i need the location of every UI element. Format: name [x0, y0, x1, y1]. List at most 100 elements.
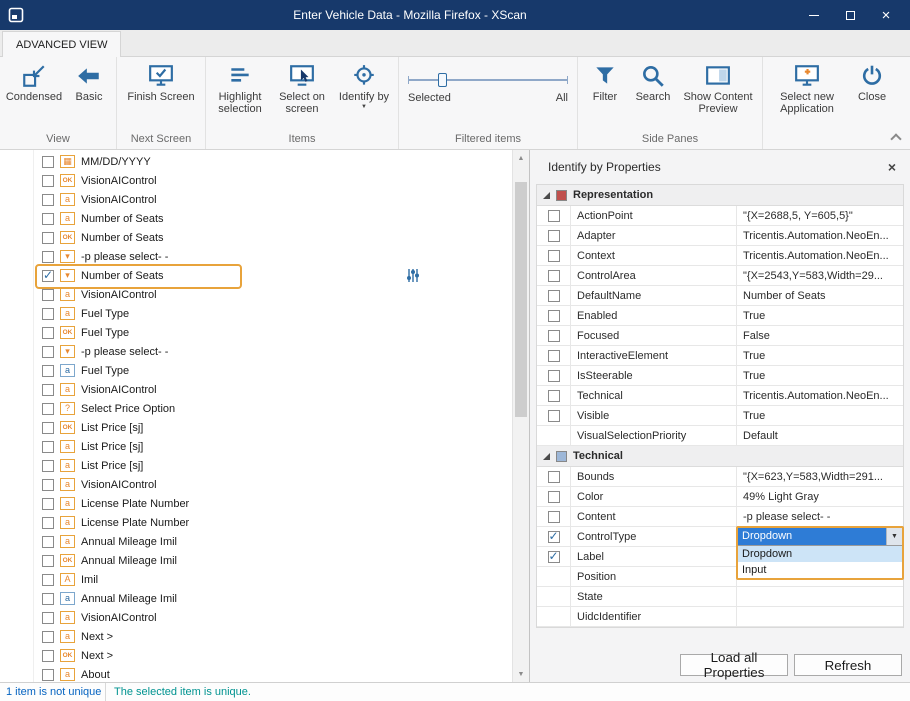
property-checkbox[interactable]: [548, 270, 560, 282]
tree-item-checkbox[interactable]: [42, 251, 54, 263]
property-value[interactable]: -p please select- -: [737, 507, 903, 526]
combobox-option[interactable]: Input: [738, 562, 902, 578]
property-checkbox[interactable]: [548, 410, 560, 422]
property-checkbox[interactable]: [548, 471, 560, 483]
property-value[interactable]: "{X=623,Y=583,Width=291...: [737, 467, 903, 486]
property-checkbox-cell[interactable]: [537, 406, 571, 425]
property-checkbox[interactable]: [548, 551, 560, 563]
property-checkbox-cell[interactable]: [537, 286, 571, 305]
tree-scrollbar[interactable]: ▲ ▼: [512, 150, 529, 682]
tree-item[interactable]: ▾-p please select- -: [0, 247, 512, 266]
property-value[interactable]: "{X=2688,5, Y=605,5}": [737, 206, 903, 225]
tree-item[interactable]: AImil: [0, 570, 512, 589]
property-checkbox[interactable]: [548, 250, 560, 262]
controltype-combobox[interactable]: Dropdown▼DropdownInput: [736, 526, 904, 580]
property-checkbox[interactable]: [548, 310, 560, 322]
tree-item[interactable]: aAnnual Mileage Imil: [0, 532, 512, 551]
combobox-option[interactable]: Dropdown: [738, 546, 902, 562]
combobox-selected-value[interactable]: Dropdown: [738, 528, 886, 545]
property-checkbox[interactable]: [548, 370, 560, 382]
identify-sliders-icon[interactable]: [406, 268, 420, 283]
tree-item[interactable]: aAnnual Mileage Imil: [0, 589, 512, 608]
show-content-preview-button[interactable]: Show Content Preview: [677, 58, 759, 115]
tree-item-checkbox[interactable]: [42, 403, 54, 415]
property-checkbox-cell[interactable]: [537, 246, 571, 265]
tree-item[interactable]: ▾Number of Seats: [0, 266, 512, 285]
property-checkbox-cell[interactable]: [537, 326, 571, 345]
basic-button[interactable]: Basic: [65, 58, 113, 103]
property-value[interactable]: Tricentis.Automation.NeoEn...: [737, 386, 903, 405]
scroll-up-icon[interactable]: ▲: [513, 150, 529, 166]
tree-item-checkbox[interactable]: [42, 479, 54, 491]
tab-advanced-view[interactable]: ADVANCED VIEW: [2, 31, 121, 57]
slider-thumb[interactable]: [438, 73, 447, 87]
property-checkbox[interactable]: [548, 390, 560, 402]
property-value[interactable]: Default: [737, 426, 903, 445]
property-checkbox-cell[interactable]: [537, 306, 571, 325]
tree-item[interactable]: aLicense Plate Number: [0, 494, 512, 513]
property-value[interactable]: True: [737, 366, 903, 385]
tree-item-checkbox[interactable]: [42, 289, 54, 301]
tree-item[interactable]: aVisionAIControl: [0, 190, 512, 209]
tree-item-checkbox[interactable]: [42, 156, 54, 168]
property-checkbox-cell[interactable]: [537, 507, 571, 526]
tree-item[interactable]: aVisionAIControl: [0, 475, 512, 494]
tree-item-checkbox[interactable]: [42, 327, 54, 339]
property-checkbox-cell[interactable]: [537, 226, 571, 245]
tree-item-checkbox[interactable]: [42, 650, 54, 662]
property-checkbox[interactable]: [548, 511, 560, 523]
close-button[interactable]: Close: [848, 58, 896, 103]
tree-item[interactable]: aVisionAIControl: [0, 380, 512, 399]
load-all-properties-button[interactable]: Load all Properties: [680, 654, 788, 676]
tree-item-checkbox[interactable]: [42, 308, 54, 320]
property-value[interactable]: [737, 607, 903, 626]
select-new-application-button[interactable]: Select new Application: [766, 58, 848, 115]
tree-item-checkbox[interactable]: [42, 270, 54, 282]
tree-item-checkbox[interactable]: [42, 213, 54, 225]
minimize-button[interactable]: [796, 0, 832, 30]
tree-item[interactable]: aVisionAIControl: [0, 285, 512, 304]
tree-item[interactable]: aNumber of Seats: [0, 209, 512, 228]
property-group-header[interactable]: Technical: [537, 446, 903, 467]
property-checkbox[interactable]: [548, 491, 560, 503]
tree-item-checkbox[interactable]: [42, 232, 54, 244]
property-value[interactable]: True: [737, 406, 903, 425]
tree-item-checkbox[interactable]: [42, 555, 54, 567]
tree-item-checkbox[interactable]: [42, 384, 54, 396]
property-checkbox-cell[interactable]: [537, 386, 571, 405]
property-checkbox-cell[interactable]: [537, 366, 571, 385]
tree-item-checkbox[interactable]: [42, 612, 54, 624]
close-window-button[interactable]: ×: [868, 0, 904, 30]
property-group-header[interactable]: Representation: [537, 185, 903, 206]
tree-item-checkbox[interactable]: [42, 365, 54, 377]
tree-item[interactable]: aFuel Type: [0, 361, 512, 380]
property-value[interactable]: Tricentis.Automation.NeoEn...: [737, 226, 903, 245]
property-value[interactable]: "{X=2543,Y=583,Width=29...: [737, 266, 903, 285]
tree-item-checkbox[interactable]: [42, 631, 54, 643]
property-checkbox-cell[interactable]: [537, 487, 571, 506]
tree-item[interactable]: aNext >: [0, 627, 512, 646]
tree-item[interactable]: OKFuel Type: [0, 323, 512, 342]
expander-icon[interactable]: [543, 192, 550, 199]
tree-item[interactable]: ▾-p please select- -: [0, 342, 512, 361]
tree-item[interactable]: OKAnnual Mileage Imil: [0, 551, 512, 570]
property-value[interactable]: True: [737, 346, 903, 365]
select-on-screen-button[interactable]: Select on screen: [271, 58, 333, 115]
tree-item-checkbox[interactable]: [42, 460, 54, 472]
property-value[interactable]: [737, 587, 903, 606]
property-checkbox-cell[interactable]: [537, 266, 571, 285]
tree-item[interactable]: aAbout: [0, 665, 512, 682]
condensed-button[interactable]: Condensed: [3, 58, 65, 103]
scroll-down-icon[interactable]: ▼: [513, 666, 529, 682]
tree-item[interactable]: aList Price [sj]: [0, 456, 512, 475]
tree-item[interactable]: ▦MM/DD/YYYY: [0, 152, 512, 171]
tree-item-checkbox[interactable]: [42, 422, 54, 434]
property-checkbox-cell[interactable]: [537, 206, 571, 225]
tree-item[interactable]: OKNext >: [0, 646, 512, 665]
tree-item[interactable]: aVisionAIControl: [0, 608, 512, 627]
property-value[interactable]: Number of Seats: [737, 286, 903, 305]
tree-item[interactable]: aList Price [sj]: [0, 437, 512, 456]
property-checkbox-cell[interactable]: [537, 467, 571, 486]
tree-item[interactable]: aLicense Plate Number: [0, 513, 512, 532]
identify-by-button[interactable]: Identify by ▼: [333, 58, 395, 110]
